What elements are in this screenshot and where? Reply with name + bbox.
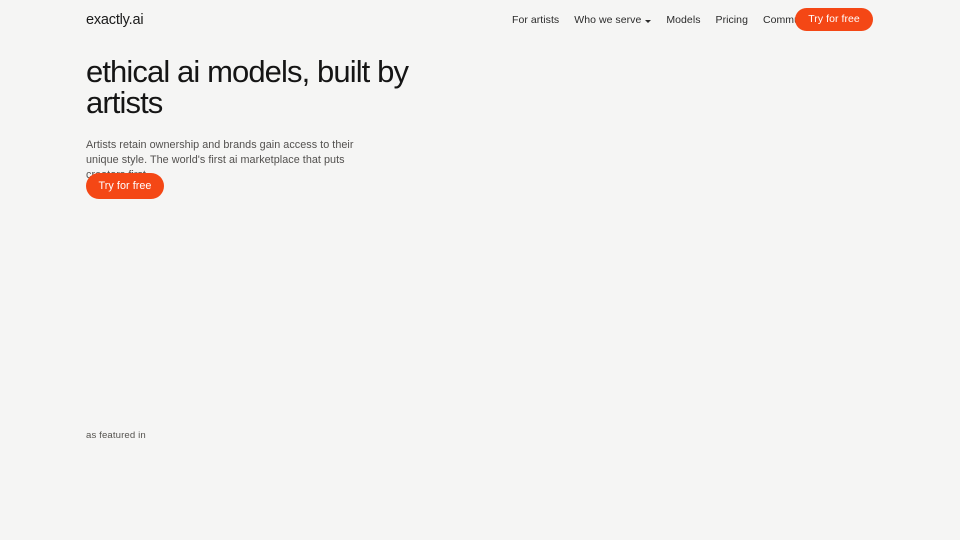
hero-section: ethical ai models, built by artists Arti…	[86, 56, 506, 199]
site-header: exactly.ai For artists Who we serve Mode…	[0, 0, 960, 40]
nav-item-for-artists[interactable]: For artists	[512, 13, 559, 27]
hero-title: ethical ai models, built by artists	[86, 56, 416, 118]
nav-item-pricing[interactable]: Pricing	[716, 13, 748, 27]
nav-item-label: Models	[666, 14, 701, 26]
nav-item-label: For artists	[512, 14, 560, 26]
nav-item-who-we-serve[interactable]: Who we serve	[574, 13, 652, 27]
hero-title-line-1: ethical ai models, built	[86, 54, 370, 89]
nav-item-models[interactable]: Models	[666, 13, 700, 27]
landing-page: exactly.ai For artists Who we serve Mode…	[0, 0, 960, 540]
featured-logos-row	[86, 456, 886, 516]
hero-try-for-free-button[interactable]: Try for free	[86, 173, 164, 199]
header-try-for-free-button[interactable]: Try for free	[795, 8, 873, 31]
chevron-down-icon	[645, 19, 652, 23]
nav-item-label: Who we serve	[574, 14, 642, 26]
as-featured-in-label: as featured in	[86, 430, 146, 441]
main-navigation: For artists Who we serve Models Pricing …	[512, 13, 827, 27]
hero-media-placeholder	[506, 46, 906, 376]
nav-item-label: Pricing	[715, 14, 748, 26]
as-featured-in-section: as featured in	[86, 429, 886, 516]
site-logo[interactable]: exactly.ai	[86, 11, 144, 29]
